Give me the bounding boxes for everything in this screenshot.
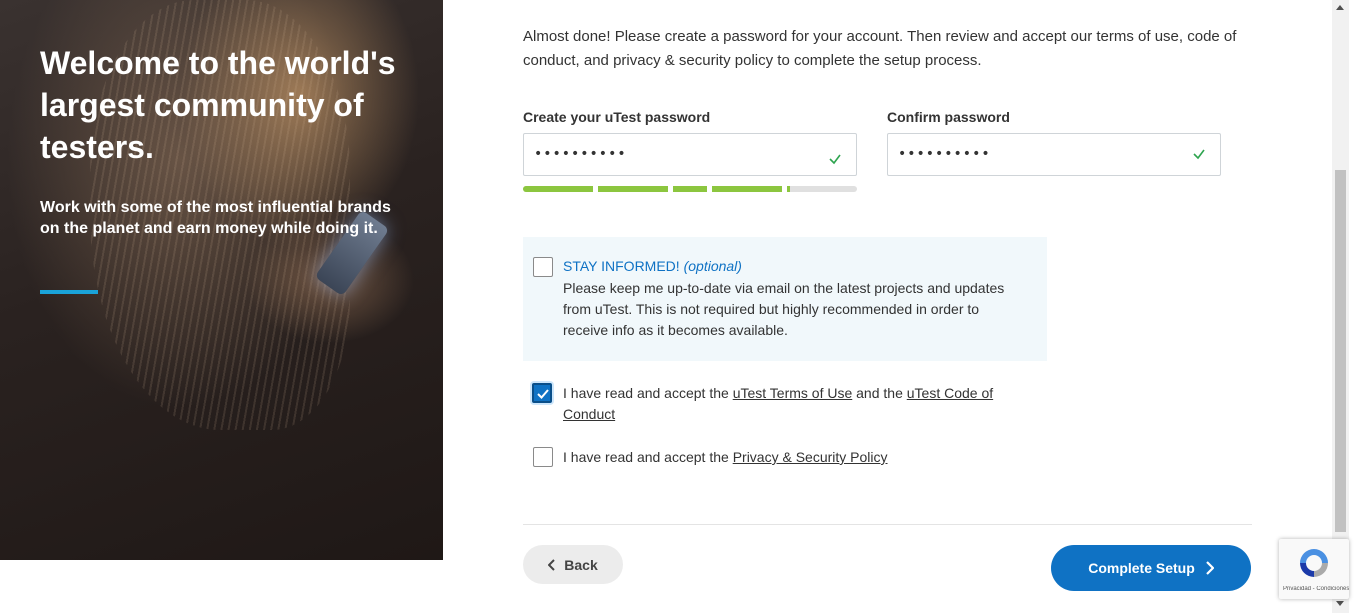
password-label: Create your uTest password	[523, 109, 711, 125]
strength-segment-gap	[782, 186, 787, 192]
stay-informed-optional: (optional)	[683, 258, 742, 274]
privacy-prefix: I have read and accept the	[563, 449, 733, 465]
back-button-label: Back	[564, 556, 598, 573]
stay-informed-title: STAY INFORMED! (optional)	[563, 258, 742, 274]
back-button[interactable]: Back	[523, 545, 623, 584]
page-scrollbar[interactable]	[1332, 0, 1349, 613]
hero-title: Welcome to the world's largest community…	[40, 45, 396, 165]
privacy-policy-link[interactable]: Privacy & Security Policy	[733, 449, 888, 465]
checkmark-icon	[537, 389, 549, 399]
complete-setup-label: Complete Setup	[1088, 560, 1195, 576]
scroll-thumb[interactable]	[1335, 170, 1346, 532]
hero-panel: Welcome to the world's largest community…	[0, 0, 443, 560]
privacy-text: I have read and accept the Privacy & Sec…	[563, 447, 1033, 468]
strength-segment-gap	[593, 186, 598, 192]
confirm-password-label: Confirm password	[887, 109, 1010, 125]
chevron-left-icon	[548, 558, 555, 571]
check-icon	[829, 154, 841, 165]
strength-segment-gap	[707, 186, 712, 192]
hero-accent-bar	[40, 290, 98, 294]
terms-text: I have read and accept the uTest Terms o…	[563, 383, 1033, 425]
recaptcha-links[interactable]: Privacidad - Condiciones	[1283, 586, 1349, 592]
stay-informed-title-text: STAY INFORMED!	[563, 258, 680, 274]
confirm-password-input[interactable]: ••••••••••	[887, 133, 1221, 176]
strength-segment-gap	[668, 186, 673, 192]
stay-informed-checkbox[interactable]	[533, 257, 553, 277]
hero-subtitle: Work with some of the most influential b…	[40, 199, 391, 237]
intro-text: Almost done! Please create a password fo…	[523, 28, 1237, 69]
recaptcha-icon	[1300, 549, 1328, 577]
privacy-checkbox[interactable]	[533, 447, 553, 467]
scroll-down-icon[interactable]	[1336, 601, 1344, 606]
terms-prefix: I have read and accept the	[563, 385, 733, 401]
terms-middle: and the	[852, 385, 907, 401]
terms-of-use-link[interactable]: uTest Terms of Use	[733, 385, 853, 401]
chevron-right-icon	[1206, 561, 1214, 575]
scroll-up-icon[interactable]	[1336, 5, 1344, 10]
password-strength-meter	[523, 186, 857, 192]
password-input[interactable]: ••••••••••	[523, 133, 857, 176]
password-strength-fill	[523, 186, 791, 192]
terms-checkbox[interactable]	[532, 383, 552, 403]
check-icon	[1193, 149, 1205, 160]
recaptcha-badge[interactable]: Privacidad - Condiciones	[1279, 539, 1349, 599]
divider	[523, 524, 1252, 525]
stay-informed-text: Please keep me up-to-date via email on t…	[563, 280, 1005, 338]
complete-setup-button[interactable]: Complete Setup	[1051, 545, 1251, 591]
